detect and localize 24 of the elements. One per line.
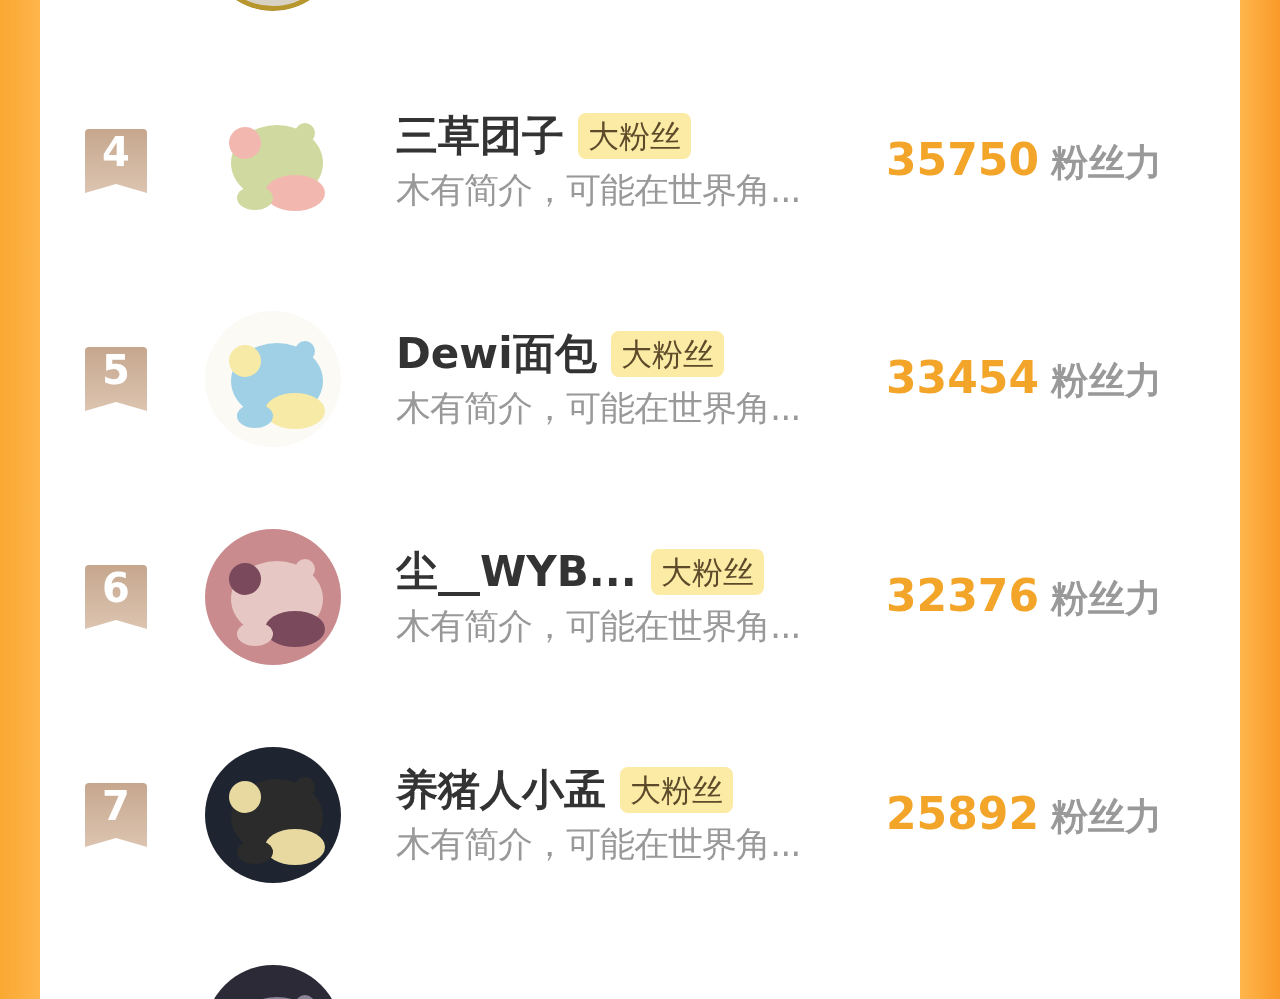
fan-score: 35750	[886, 134, 1040, 185]
score-unit: 粉丝力	[1051, 794, 1163, 840]
score-unit: 粉丝力	[1051, 358, 1163, 404]
fan-score: 33454	[886, 352, 1040, 403]
fan-badge: 大粉丝	[578, 113, 691, 159]
user-name: 养猪人小孟	[396, 764, 606, 816]
fan-score: 32376	[886, 570, 1040, 621]
score-unit: 粉丝力	[1051, 576, 1163, 622]
user-bio: 木有简介，可能在世界角...	[396, 605, 802, 648]
user-name: 尘__WYB...	[396, 546, 637, 598]
user-name: 三草团子	[396, 110, 564, 162]
fan-badge: 大粉丝	[620, 767, 733, 813]
user-bio: 木有简介，可能在世界角...	[396, 169, 802, 212]
rank-ribbon: 5	[85, 347, 147, 411]
fan-score: 25892	[886, 788, 1040, 839]
fan-badge: 大粉丝	[610, 331, 724, 377]
rank-ribbon: 4	[85, 129, 147, 193]
rank-ribbon: 7	[85, 783, 147, 847]
user-bio: 木有简介，可能在世界角...	[396, 823, 802, 866]
user-bio: 木有简介，可能在世界角...	[396, 387, 802, 430]
fan-badge: 大粉丝	[650, 549, 764, 595]
user-name: Dewi面包	[396, 328, 597, 380]
rank-ribbon: 6	[85, 565, 147, 629]
score-unit: 粉丝力	[1051, 140, 1163, 186]
